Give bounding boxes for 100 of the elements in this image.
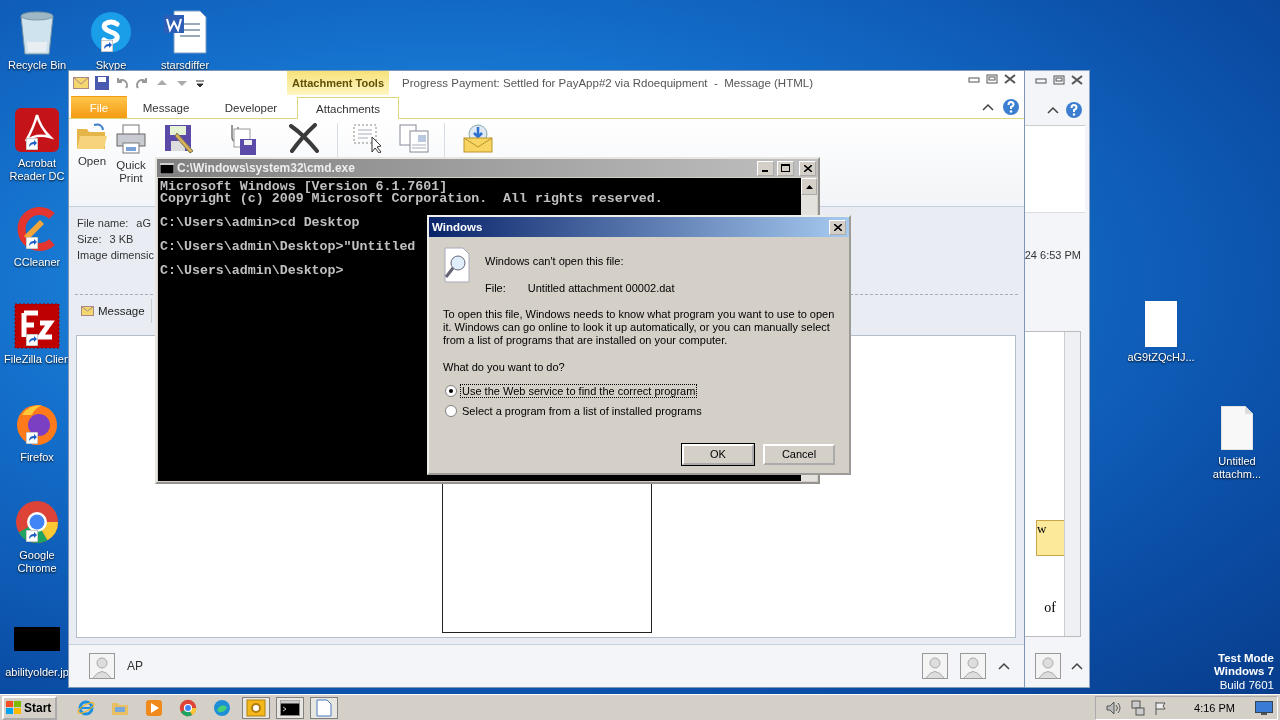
pdf-reader-icon: [14, 107, 60, 153]
person-icon: [960, 653, 986, 679]
person-icon: [1035, 653, 1061, 679]
person-icon: [922, 653, 948, 679]
info-value: 3 KB: [109, 233, 134, 245]
taskbar-button[interactable]: [276, 696, 305, 719]
media-player-icon: [145, 698, 164, 717]
select-all-icon: [352, 123, 384, 153]
browser-icon: [213, 698, 232, 717]
dialog-button[interactable]: Cancel: [763, 444, 835, 465]
icon-label: Firefox: [20, 451, 54, 464]
os-name-text: Windows 7: [1214, 665, 1274, 679]
copy-pages-icon: [398, 123, 430, 153]
terminal-icon: [280, 699, 301, 716]
envelope-icon: [73, 77, 89, 89]
speaker-icon[interactable]: [1106, 700, 1123, 715]
radio-option[interactable]: Use the Web service to find the correct program: [445, 385, 835, 397]
start-button[interactable]: Start: [2, 695, 58, 720]
icon-label: Recycle Bin: [7, 59, 67, 72]
body-text: of: [1044, 600, 1056, 616]
console-line: C:\Users\admin\Desktop>"Untitled: [160, 241, 416, 253]
dialog-heading: Windows can't open this file:: [485, 255, 625, 267]
file-search-icon: [443, 247, 471, 283]
expand-icon[interactable]: [1071, 662, 1083, 670]
console-line: C:\Users\admin\Desktop>: [160, 265, 344, 277]
save-icon[interactable]: [95, 76, 109, 90]
received-date: 24 6:53 PM: [1023, 248, 1082, 261]
info-value: aG: [136, 217, 152, 229]
message-tab[interactable]: Message: [75, 299, 152, 323]
redo-icon[interactable]: [135, 76, 149, 90]
restore-button[interactable]: [1053, 75, 1065, 85]
show-desktop-icon[interactable]: [1255, 700, 1273, 715]
dialog-question: What do you want to do?: [443, 361, 566, 373]
undo-icon[interactable]: [115, 76, 129, 90]
file-label: File:: [485, 282, 506, 294]
word-document-icon: [162, 9, 208, 55]
trash-can-icon: [17, 8, 57, 56]
window-title: Progress Payment: Settled for PayApp#2 via Rdoequipment - Message (HTML): [401, 77, 814, 89]
file-name: Untitled attachment 00002.dat: [527, 282, 675, 294]
scroll-up-button[interactable]: [801, 178, 817, 195]
window-title: C:\Windows\system32\cmd.exe: [177, 161, 356, 175]
icon-label: aG9tZQcHJ...: [1127, 351, 1195, 364]
floppy-disk-pencil-icon: [163, 123, 195, 155]
console-icon: [160, 162, 174, 174]
flag-icon[interactable]: [1154, 700, 1169, 715]
icon-label: abilityolder.jp: [5, 666, 69, 679]
close-button[interactable]: [1071, 75, 1083, 85]
icon-label: Untitled attachm...: [1211, 455, 1263, 481]
contextual-tab-header: Attachment Tools: [287, 71, 389, 95]
ftp-app-icon: [14, 303, 60, 349]
help-icon[interactable]: [1065, 101, 1083, 119]
console-line: C:\Users\admin>cd Desktop: [160, 217, 360, 229]
radio-option[interactable]: Select a program from a list of installed programs: [445, 405, 835, 417]
browser-icon: [14, 499, 60, 545]
radio-button[interactable]: [445, 385, 457, 397]
folder-icon: [76, 123, 108, 151]
maximize-button[interactable]: [777, 160, 794, 176]
maximize-icon: [781, 164, 790, 172]
image-file-icon: [14, 627, 60, 651]
icon-label: CCleaner: [13, 256, 61, 269]
ribbon-tab[interactable]: Message: [127, 96, 205, 118]
console-line: Microsoft Windows [Version 6.1.7601]: [160, 181, 448, 193]
document-icon: [316, 698, 333, 717]
ribbon-button[interactable]: Quick Print: [111, 123, 151, 185]
icon-label: Skype: [95, 59, 127, 72]
info-label: Image dimensic: [77, 249, 155, 261]
close-icon: [803, 164, 812, 172]
dialog-button[interactable]: OK: [682, 444, 754, 465]
minimize-button[interactable]: [757, 160, 774, 176]
printer-icon: [115, 123, 147, 155]
sender-name: AP: [127, 659, 144, 673]
collapse-ribbon-icon[interactable]: [982, 103, 994, 111]
person-icon: [89, 653, 115, 679]
collapse-ribbon-icon[interactable]: [1047, 106, 1059, 114]
restore-button[interactable]: [986, 74, 998, 84]
ribbon-button[interactable]: Open: [75, 123, 109, 168]
test-mode-text: Test Mode: [1218, 651, 1274, 665]
close-icon: [833, 223, 842, 231]
help-icon[interactable]: [1002, 98, 1020, 116]
icon-label: Acrobat Reader DC: [8, 157, 66, 183]
network-icon[interactable]: [1130, 699, 1147, 716]
browser-icon: [179, 698, 198, 717]
envelope-arrow-icon: [462, 123, 494, 153]
ribbon-tab[interactable]: Developer: [205, 96, 297, 118]
delete-cross-icon: [288, 123, 320, 153]
console-line: Copyright (c) 2009 Microsoft Corporation. All rights reserved.: [160, 193, 663, 205]
radio-button[interactable]: [445, 405, 457, 417]
mail-app-icon: [246, 698, 267, 717]
close-button[interactable]: [1004, 74, 1016, 84]
expand-icon[interactable]: [998, 662, 1010, 670]
blank-file-icon: [1145, 301, 1177, 347]
build-text: Build 7601: [1219, 678, 1274, 692]
windows-logo-icon: [6, 700, 22, 715]
dialog-description: To open this file, Windows needs to know what program you want to use to open it. Windows can go online to look it up automatically, or you can manually select from a list of programs that are installed on your computer.: [443, 308, 835, 347]
dialog-title: Windows: [432, 221, 483, 233]
envelope-icon: [81, 306, 94, 316]
ribbon-tab[interactable]: Attachments: [297, 97, 399, 119]
file-icon: [1221, 406, 1253, 450]
clock: 4:16 PM: [1194, 701, 1235, 714]
icon-label: Google Chrome: [16, 549, 58, 575]
